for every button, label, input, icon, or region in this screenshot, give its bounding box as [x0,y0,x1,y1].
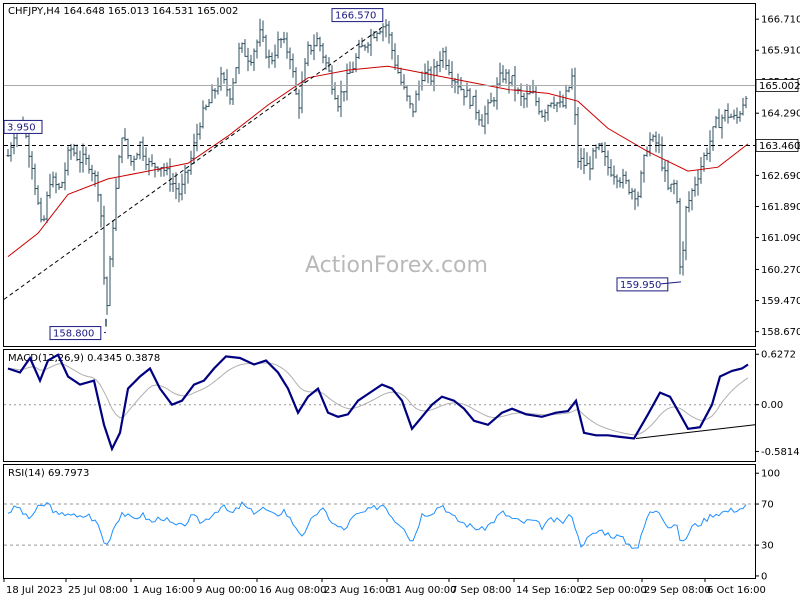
price-tick-label: 160.270 [761,265,800,276]
price-annotation-label: 159.950 [620,280,661,291]
time-tick-label: 1 Aug 16:00 [133,585,194,596]
price-annotation-label: 166.570 [335,11,376,22]
time-axis: 18 Jul 2023 25 Jul 08:00 1 Aug 16:00 9 Aug … [3,578,766,596]
price-tick-label: 158.670 [761,327,800,338]
price-tick-label: 161.890 [761,202,800,213]
time-tick-label: 7 Sep 08:00 [451,585,511,596]
macd-tick-label: 0.00 [761,400,783,411]
last-price-label: 165.002 [759,81,800,92]
time-tick-label: 25 Jul 08:00 [68,585,128,596]
rsi-tick-label: 100 [761,469,780,480]
watermark: ActionForex.com [305,253,488,278]
price-tick-label: 162.690 [761,171,800,182]
time-tick-label: 31 Aug 00:00 [389,585,456,596]
macd-series [7,353,756,452]
macd-tick-label: 0.6272 [761,350,796,361]
chfjpy-chart: CHFJPY,H4 164.648 165.013 164.531 165.00… [0,0,800,600]
price-pane-frame [3,3,756,347]
rsi-line [7,501,747,549]
time-tick-label: 29 Sep 08:00 [644,585,711,596]
macd-line [7,353,749,452]
macd-signal-line [7,362,749,436]
macd-axis: 0.6272 0.00 -0.5814 [4,350,800,458]
price-tick-label: 164.290 [761,109,800,120]
price-tick-label: 165.910 [761,46,800,57]
price-tick-label: 166.710 [761,15,800,26]
support-price-label: 163.460 [759,141,800,152]
rsi-tick-label: 30 [761,541,774,552]
macd-pane-frame [3,349,756,462]
price-tick-label: 161.090 [761,233,800,244]
price-annotation-label: 158.800 [53,329,94,340]
price-annotation-label: 3.950 [7,122,36,133]
time-tick-label: 18 Jul 2023 [6,585,63,596]
rsi-tick-label: 0 [761,571,767,582]
price-axis: 166.710165.910165.110164.290163.460162.6… [755,15,800,338]
rsi-pane-frame [3,464,756,579]
rsi-series [7,501,747,549]
rsi-tick-label: 70 [761,500,774,511]
time-tick-label: 14 Sep 16:00 [516,585,583,596]
price-tick-label: 159.470 [761,296,800,307]
time-tick-label: 9 Aug 00:00 [196,585,257,596]
macd-tick-label: -0.5814 [761,447,800,458]
chart-canvas: CHFJPY,H4 164.648 165.013 164.531 165.00… [3,3,800,596]
rsi-pane-header: RSI(14) 69.7973 [8,468,89,479]
time-tick-label: 6 Oct 16:00 [707,585,766,596]
annotations: 3.950 166.570 158.800 159.950 [3,8,682,341]
rsi-axis: 100 70 30 0 [4,469,780,582]
time-tick-label: 22 Sep 00:00 [580,585,647,596]
price-series: 163.460 165.002 [3,18,800,327]
time-tick-label: 23 Aug 16:00 [324,585,391,596]
price-pane-header: CHFJPY,H4 164.648 165.013 164.531 165.00… [8,6,238,17]
time-tick-label: 16 Aug 08:00 [259,585,326,596]
